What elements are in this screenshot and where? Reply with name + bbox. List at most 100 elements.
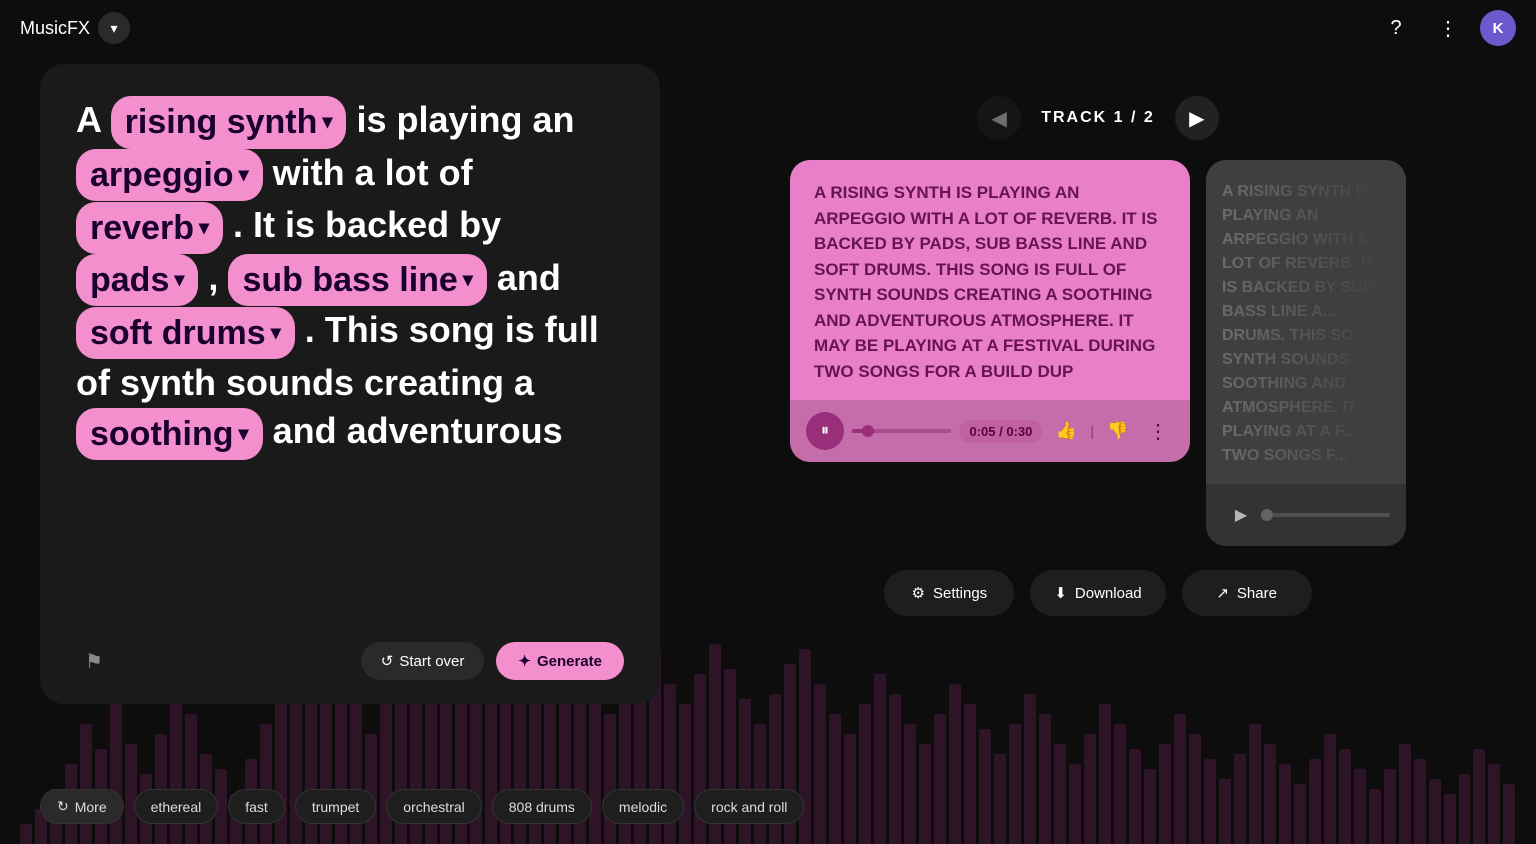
time-display: 0:05 / 0:30 bbox=[959, 420, 1042, 443]
prompt-is-playing: is playing an bbox=[356, 99, 574, 140]
avatar-initial: K bbox=[1493, 20, 1504, 37]
footer-buttons: ↺ Start over ✦ Generate bbox=[361, 642, 624, 680]
suggestion-label: trumpet bbox=[312, 799, 359, 815]
topbar-right: ? ⋮ K bbox=[1376, 8, 1516, 48]
suggestion-808-drums[interactable]: 808 drums bbox=[492, 789, 592, 824]
download-label: Download bbox=[1075, 585, 1142, 602]
suggestion-label: 808 drums bbox=[509, 799, 575, 815]
spark-icon: ✦ bbox=[518, 652, 531, 670]
start-over-button[interactable]: ↺ Start over bbox=[361, 642, 485, 680]
more-vert-icon: ⋮ bbox=[1438, 16, 1458, 41]
download-button[interactable]: ⬇ Download bbox=[1030, 570, 1165, 616]
track-controls-inactive: ▶ bbox=[1206, 484, 1406, 546]
help-button[interactable]: ? bbox=[1376, 8, 1416, 48]
topbar-left: MusicFX ▾ bbox=[20, 12, 130, 44]
chevron-down-icon: ▾ bbox=[199, 215, 209, 241]
prev-track-button[interactable]: ◀ bbox=[977, 96, 1021, 140]
flag-button[interactable]: ⚑ bbox=[76, 643, 112, 679]
thumbs-down-button[interactable]: 👎 bbox=[1102, 415, 1134, 447]
prompt-and: and bbox=[497, 257, 561, 298]
start-over-label: Start over bbox=[399, 653, 464, 670]
more-vert-icon: ⋮ bbox=[1148, 419, 1168, 444]
chevron-down-icon: ▾ bbox=[239, 162, 249, 188]
track-lyrics-inactive: A RISING SYNTH IS PLAYING AN ARPEGGIO WI… bbox=[1206, 160, 1406, 484]
prompt-footer: ⚑ ↺ Start over ✦ Generate bbox=[76, 642, 624, 680]
refresh-icon: ↺ bbox=[381, 652, 394, 670]
generate-label: Generate bbox=[537, 653, 602, 670]
more-suggestions-button[interactable]: ↻ More bbox=[40, 789, 124, 824]
chip-soft-drums[interactable]: soft drums ▾ bbox=[76, 307, 295, 359]
share-icon: ↗ bbox=[1216, 584, 1229, 602]
next-track-button[interactable]: ▶ bbox=[1175, 96, 1219, 140]
chevron-down-icon: ▾ bbox=[174, 267, 184, 293]
suggestions-area: ↻ More ethereal fast trumpet orchestral … bbox=[40, 789, 804, 824]
track-label: TRACK 1 / 2 bbox=[1041, 109, 1155, 127]
track-card-active: A RISING SYNTH IS PLAYING AN ARPEGGIO WI… bbox=[790, 160, 1190, 462]
suggestion-label: ethereal bbox=[151, 799, 202, 815]
topbar: MusicFX ▾ ? ⋮ K bbox=[0, 0, 1536, 56]
suggestion-melodic[interactable]: melodic bbox=[602, 789, 684, 824]
chevron-left-icon: ◀ bbox=[992, 106, 1007, 131]
more-label: More bbox=[75, 799, 107, 815]
thumb-up-icon: 👍 bbox=[1056, 421, 1077, 441]
suggestion-label: melodic bbox=[619, 799, 667, 815]
prompt-and-adventurous: and adventurous bbox=[273, 410, 563, 451]
help-icon: ? bbox=[1390, 17, 1401, 40]
chevron-down-icon: ▾ bbox=[271, 320, 281, 346]
main-content: A rising synth ▾ is playing an arpeggio … bbox=[0, 56, 1536, 844]
progress-fill bbox=[852, 429, 869, 433]
suggestion-trumpet[interactable]: trumpet bbox=[295, 789, 376, 824]
suggestion-ethereal[interactable]: ethereal bbox=[134, 789, 219, 824]
track-more-button[interactable]: ⋮ bbox=[1142, 415, 1174, 447]
download-icon: ⬇ bbox=[1054, 584, 1067, 602]
refresh-icon: ↻ bbox=[57, 798, 69, 815]
prompt-prefix-a: A bbox=[76, 99, 111, 140]
pause-icon: ⏸ bbox=[821, 422, 829, 440]
chip-soothing[interactable]: soothing ▾ bbox=[76, 408, 263, 460]
play-icon: ▶ bbox=[1235, 505, 1247, 525]
app-menu-button[interactable]: ▾ bbox=[98, 12, 130, 44]
settings-label: Settings bbox=[933, 585, 987, 602]
chevron-down-icon: ▾ bbox=[239, 421, 249, 447]
generate-button[interactable]: ✦ Generate bbox=[496, 642, 624, 680]
tracks-row: A RISING SYNTH IS PLAYING AN ARPEGGIO WI… bbox=[790, 160, 1406, 546]
prompt-comma: , bbox=[208, 257, 228, 298]
prompt-panel: A rising synth ▾ is playing an arpeggio … bbox=[40, 64, 660, 704]
tracks-panel: ◀ TRACK 1 / 2 ▶ A RISING SYNTH IS PLAYIN… bbox=[700, 56, 1496, 844]
chip-reverb[interactable]: reverb ▾ bbox=[76, 202, 223, 254]
progress-bar[interactable] bbox=[852, 429, 951, 433]
share-button[interactable]: ↗ Share bbox=[1182, 570, 1312, 616]
thumb-down-icon: 👎 bbox=[1107, 421, 1128, 441]
thumbs-up-button[interactable]: 👍 bbox=[1050, 415, 1082, 447]
prompt-text: A rising synth ▾ is playing an arpeggio … bbox=[76, 96, 624, 622]
account-button[interactable]: K bbox=[1480, 10, 1516, 46]
chip-arpeggio[interactable]: arpeggio ▾ bbox=[76, 149, 263, 201]
track-controls-active: ⏸ 0:05 / 0:30 👍 | 👎 ⋮ bbox=[790, 400, 1190, 462]
chevron-right-icon: ▶ bbox=[1189, 106, 1204, 131]
chip-sub-bass[interactable]: sub bass line ▾ bbox=[228, 254, 486, 306]
app-title: MusicFX bbox=[20, 18, 90, 39]
play-button-inactive[interactable]: ▶ bbox=[1222, 496, 1260, 534]
suggestion-orchestral[interactable]: orchestral bbox=[386, 789, 481, 824]
suggestion-label: orchestral bbox=[403, 799, 464, 815]
settings-button[interactable]: ⚙ Settings bbox=[884, 570, 1014, 616]
settings-icon: ⚙ bbox=[912, 584, 925, 602]
suggestion-fast[interactable]: fast bbox=[228, 789, 285, 824]
track-card-inactive: A RISING SYNTH IS PLAYING AN ARPEGGIO WI… bbox=[1206, 160, 1406, 546]
more-options-button[interactable]: ⋮ bbox=[1428, 8, 1468, 48]
chip-pads[interactable]: pads ▾ bbox=[76, 254, 198, 306]
pause-button[interactable]: ⏸ bbox=[806, 412, 844, 450]
track-lyrics-active: A RISING SYNTH IS PLAYING AN ARPEGGIO WI… bbox=[790, 160, 1190, 400]
suggestion-rock-and-roll[interactable]: rock and roll bbox=[694, 789, 804, 824]
divider: | bbox=[1090, 423, 1094, 439]
prompt-with-a-lot: with a lot of bbox=[273, 152, 473, 193]
prompt-it-is-backed: . It is backed by bbox=[233, 204, 501, 245]
flag-icon: ⚑ bbox=[85, 649, 103, 674]
chevron-down-icon: ▾ bbox=[463, 267, 473, 293]
suggestion-label: fast bbox=[245, 799, 268, 815]
share-label: Share bbox=[1237, 585, 1277, 602]
chip-rising-synth[interactable]: rising synth ▾ bbox=[111, 96, 347, 148]
action-row: ⚙ Settings ⬇ Download ↗ Share bbox=[884, 570, 1311, 616]
progress-bar-inactive[interactable] bbox=[1268, 513, 1390, 517]
track-nav: ◀ TRACK 1 / 2 ▶ bbox=[977, 96, 1219, 140]
